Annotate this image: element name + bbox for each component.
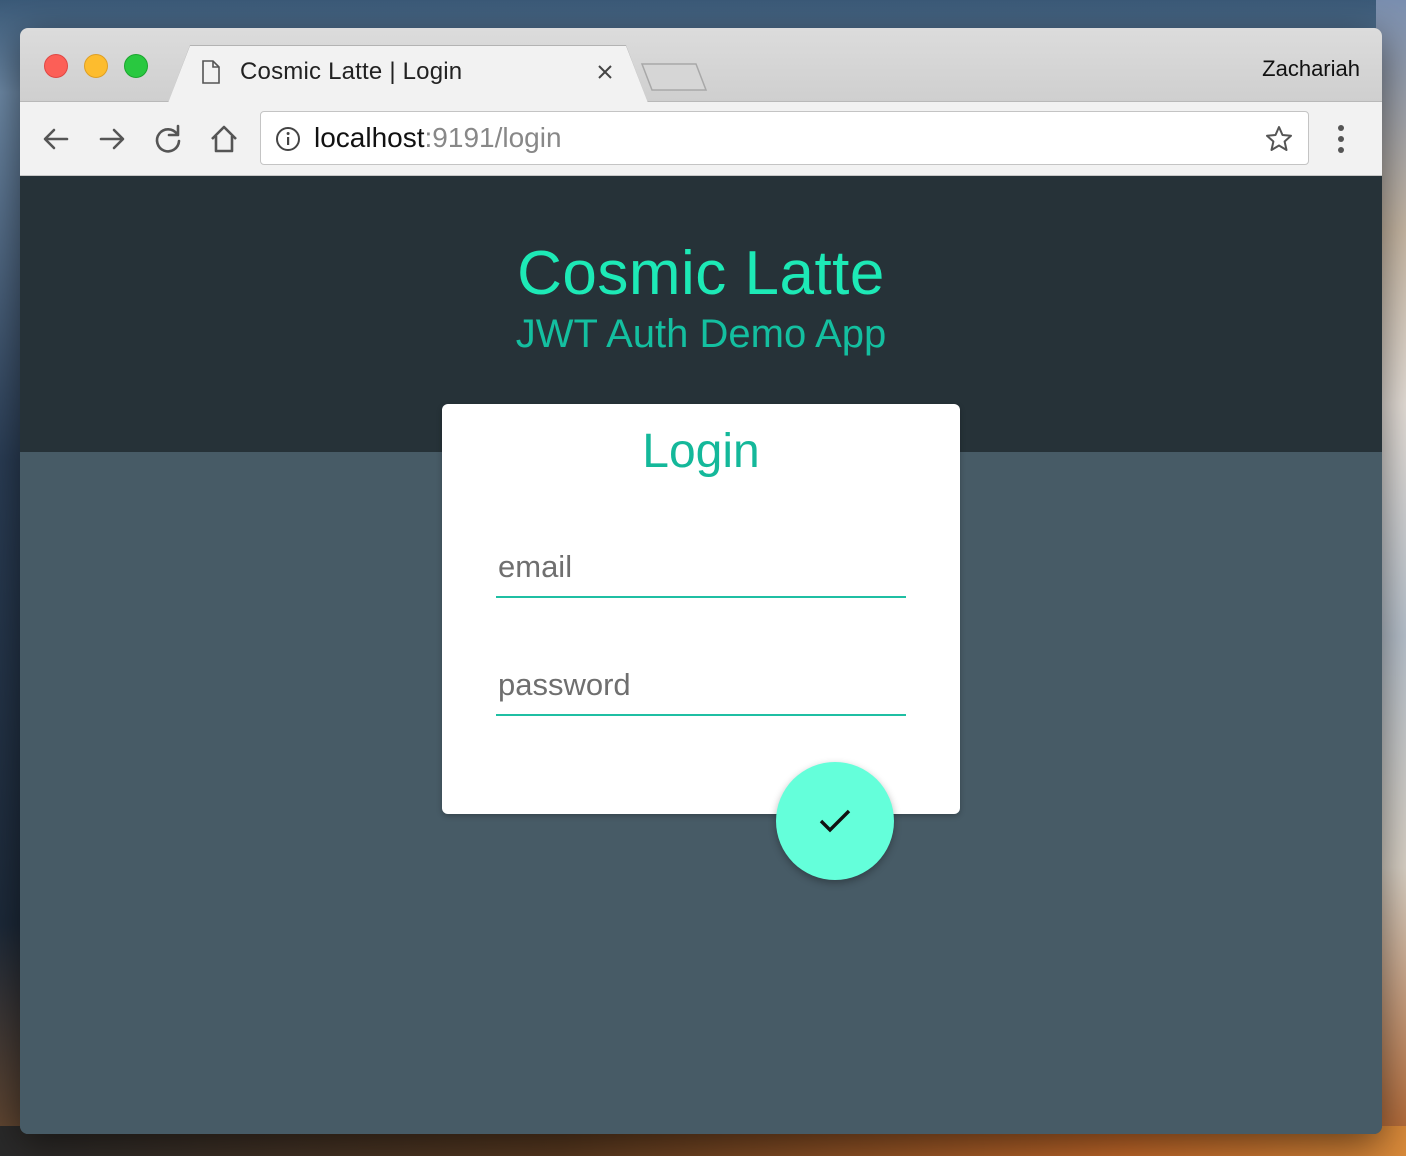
address-bar[interactable]: localhost:9191/login	[260, 111, 1309, 165]
close-window-button[interactable]	[44, 54, 68, 78]
maximize-window-button[interactable]	[124, 54, 148, 78]
page-icon	[202, 60, 220, 84]
profile-name[interactable]: Zachariah	[1262, 56, 1360, 82]
reload-icon[interactable]	[151, 122, 185, 156]
tab-title: Cosmic Latte | Login	[240, 58, 463, 85]
bookmark-star-icon[interactable]	[1264, 124, 1294, 154]
password-input[interactable]	[496, 656, 906, 714]
app-title: Cosmic Latte	[517, 239, 885, 308]
home-icon[interactable]	[207, 122, 241, 156]
email-input[interactable]	[496, 538, 906, 596]
password-field	[496, 656, 906, 716]
browser-toolbar: localhost:9191/login	[20, 102, 1382, 176]
tab-strip: Cosmic Latte | Login Zachariah	[20, 28, 1382, 103]
minimize-window-button[interactable]	[84, 54, 108, 78]
back-arrow-icon[interactable]	[39, 122, 73, 156]
url-path: :9191/login	[424, 122, 562, 153]
login-title: Login	[642, 425, 760, 478]
new-tab-button[interactable]	[640, 62, 708, 92]
email-field	[496, 538, 906, 598]
forward-arrow-icon[interactable]	[95, 122, 129, 156]
browser-window: Cosmic Latte | Login Zachariah localhost…	[20, 28, 1382, 1134]
app-subtitle: JWT Auth Demo App	[515, 312, 887, 356]
check-icon	[819, 809, 851, 833]
login-card: Login	[442, 404, 960, 814]
submit-login-button[interactable]	[776, 762, 894, 880]
info-icon[interactable]	[275, 126, 301, 152]
close-tab-icon[interactable]	[594, 61, 616, 83]
page-content: Cosmic Latte JWT Auth Demo App Login	[20, 176, 1382, 1134]
url-text[interactable]: localhost:9191/login	[314, 122, 562, 154]
kebab-menu-icon[interactable]	[1334, 123, 1348, 155]
url-host: localhost	[314, 122, 425, 153]
